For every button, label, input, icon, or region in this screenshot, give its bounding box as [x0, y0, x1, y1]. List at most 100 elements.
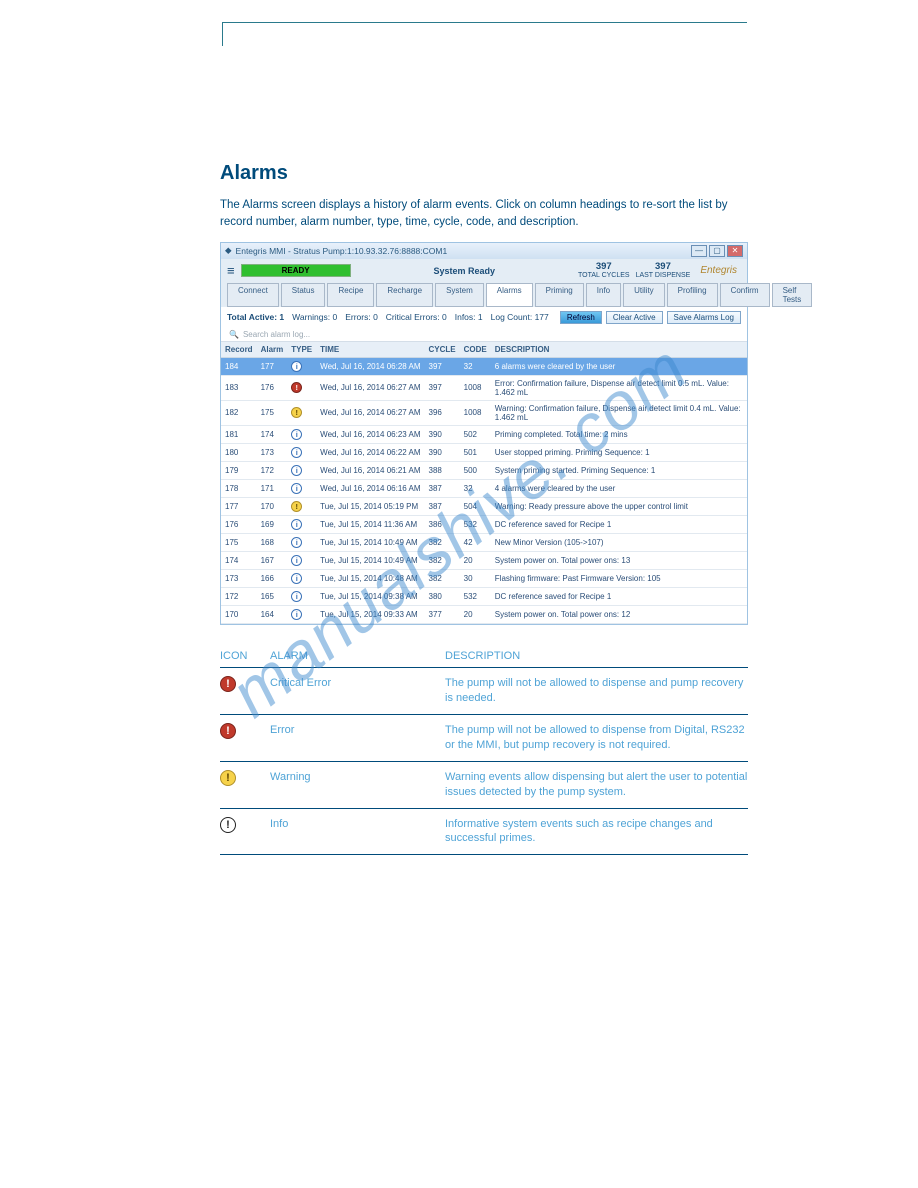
legend-alarm-name: Critical Error — [270, 676, 435, 706]
col-desc[interactable]: DESCRIPTION — [491, 342, 747, 358]
summary-bar: Total Active: 1 Warnings: 0 Errors: 0 Cr… — [221, 307, 747, 328]
col-record[interactable]: Record — [221, 342, 257, 358]
alarm-type-info-icon: i — [291, 591, 302, 602]
table-row[interactable]: 177170!Tue, Jul 15, 2014 05:19 PM387504W… — [221, 497, 747, 515]
col-time[interactable]: TIME — [316, 342, 424, 358]
alarm-type-info-icon: i — [291, 609, 302, 620]
summary-total-active: Total Active: 1 — [227, 312, 284, 322]
legend-hdr-alarm: ALARM — [270, 649, 435, 664]
legend-alarm-desc: Informative system events such as recipe… — [445, 817, 748, 847]
legend-alarm-name: Info — [270, 817, 435, 847]
alarm-type-info-icon: i — [291, 429, 302, 440]
alarm-type-info-icon: i — [291, 537, 302, 548]
stat-total-cycles: 397TOTAL CYCLES — [578, 262, 630, 280]
window-maximize-button[interactable]: ▢ — [709, 245, 725, 257]
section-title: Alarms — [220, 162, 288, 184]
system-ready-label: System Ready — [357, 266, 572, 276]
stat-last-dispense: 397LAST DISPENSE — [636, 262, 691, 280]
summary-warnings: Warnings: 0 — [292, 312, 337, 322]
legend-row: ! Warning Warning events allow dispensing … — [220, 761, 748, 808]
col-alarm[interactable]: Alarm — [257, 342, 288, 358]
summary-errors: Errors: 0 — [345, 312, 378, 322]
alarm-type-warn-icon: ! — [291, 501, 302, 512]
table-row[interactable]: 175168iTue, Jul 15, 2014 10:49 AM38242Ne… — [221, 533, 747, 551]
legend-alarm-name: Error — [270, 723, 435, 753]
alarm-type-info-icon: i — [291, 555, 302, 566]
titlebar: ◆ Entegris MMI - Stratus Pump:1:10.93.32… — [221, 243, 747, 259]
col-code[interactable]: CODE — [460, 342, 491, 358]
top-status-bar: ≡ READY System Ready 397TOTAL CYCLES 397… — [221, 259, 747, 283]
entegris-logo: Entegris — [696, 265, 741, 276]
col-type[interactable]: TYPE — [287, 342, 316, 358]
alarm-type-info-icon: i — [291, 573, 302, 584]
tab-priming[interactable]: Priming — [535, 283, 584, 307]
legend-plain-icon: ! — [220, 817, 236, 833]
summary-logcount: Log Count: 177 — [491, 312, 549, 322]
legend-err-icon: ! — [220, 723, 236, 739]
tab-status[interactable]: Status — [281, 283, 326, 307]
alarm-type-info-icon: i — [291, 361, 302, 372]
table-row[interactable]: 180173iWed, Jul 16, 2014 06:22 AM390501U… — [221, 443, 747, 461]
refresh-button[interactable]: Refresh — [560, 311, 602, 324]
save-alarms-log-button[interactable]: Save Alarms Log — [667, 311, 741, 324]
app-window: ◆ Entegris MMI - Stratus Pump:1:10.93.32… — [220, 242, 748, 625]
app-icon: ◆ — [225, 245, 232, 256]
legend-alarm-desc: The pump will not be allowed to dispense… — [445, 676, 748, 706]
alarm-type-info-icon: i — [291, 447, 302, 458]
search-placeholder: Search alarm log... — [243, 330, 310, 339]
legend-alarm-desc: Warning events allow dispensing but aler… — [445, 770, 748, 800]
alarm-type-err-icon: ! — [291, 382, 302, 393]
legend-hdr-icon: ICON — [220, 649, 260, 664]
intro-paragraph: The Alarms screen displays a history of … — [220, 197, 748, 232]
search-bar[interactable]: 🔍 Search alarm log... — [221, 328, 747, 342]
window-close-button[interactable]: ✕ — [727, 245, 743, 257]
table-row[interactable]: 172165iTue, Jul 15, 2014 09:38 AM380532D… — [221, 587, 747, 605]
table-row[interactable]: 178171iWed, Jul 16, 2014 06:16 AM387324 … — [221, 479, 747, 497]
table-row[interactable]: 173166iTue, Jul 15, 2014 10:48 AM38230Fl… — [221, 569, 747, 587]
window-minimize-button[interactable]: — — [691, 245, 707, 257]
col-cycle[interactable]: CYCLE — [425, 342, 460, 358]
alarm-type-warn-icon: ! — [291, 407, 302, 418]
alarm-type-info-icon: i — [291, 465, 302, 476]
menu-icon[interactable]: ≡ — [227, 263, 235, 278]
table-row[interactable]: 170164iTue, Jul 15, 2014 09:33 AM37720Sy… — [221, 605, 747, 623]
window-title: Entegris MMI - Stratus Pump:1:10.93.32.7… — [236, 246, 448, 256]
tab-connect[interactable]: Connect — [227, 283, 279, 307]
page-corner-rule — [222, 22, 747, 46]
legend-row: ! Critical Error The pump will not be allo… — [220, 667, 748, 714]
alarm-type-info-icon: i — [291, 483, 302, 494]
ready-badge: READY — [241, 264, 351, 277]
alarm-type-info-icon: i — [291, 519, 302, 530]
tab-alarms[interactable]: Alarms — [486, 283, 533, 307]
search-icon: 🔍 — [229, 330, 239, 339]
clear-active-button[interactable]: Clear Active — [606, 311, 663, 324]
tab-utility[interactable]: Utility — [623, 283, 665, 307]
table-row[interactable]: 174167iTue, Jul 15, 2014 10:49 AM38220Sy… — [221, 551, 747, 569]
table-row[interactable]: 183176!Wed, Jul 16, 2014 06:27 AM3971008… — [221, 375, 747, 400]
table-row[interactable]: 184177iWed, Jul 16, 2014 06:28 AM397326 … — [221, 357, 747, 375]
tab-self-tests[interactable]: Self Tests — [772, 283, 813, 307]
legend-header: ICON ALARM DESCRIPTION — [220, 645, 748, 668]
summary-infos: Infos: 1 — [455, 312, 483, 322]
legend-row: ! Info Informative system events such as r… — [220, 808, 748, 856]
legend-alarm-desc: The pump will not be allowed to dispense… — [445, 723, 748, 753]
legend-alarm-name: Warning — [270, 770, 435, 800]
tab-profiling[interactable]: Profiling — [667, 283, 718, 307]
table-row[interactable]: 182175!Wed, Jul 16, 2014 06:27 AM3961008… — [221, 400, 747, 425]
tab-info[interactable]: Info — [586, 283, 621, 307]
alarms-table: Record Alarm TYPE TIME CYCLE CODE DESCRI… — [221, 342, 747, 624]
tab-recipe[interactable]: Recipe — [327, 283, 374, 307]
legend-hdr-desc: DESCRIPTION — [445, 649, 748, 664]
legend-warn-icon: ! — [220, 770, 236, 786]
tab-recharge[interactable]: Recharge — [376, 283, 433, 307]
legend-table: ICON ALARM DESCRIPTION ! Critical Error Th… — [220, 645, 748, 856]
tab-confirm[interactable]: Confirm — [720, 283, 770, 307]
legend-row: ! Error The pump will not be allowed to di… — [220, 714, 748, 761]
tab-system[interactable]: System — [435, 283, 484, 307]
tab-strip: ConnectStatusRecipeRechargeSystemAlarmsP… — [221, 283, 747, 307]
table-row[interactable]: 176169iTue, Jul 15, 2014 11:36 AM386532D… — [221, 515, 747, 533]
table-row[interactable]: 179172iWed, Jul 16, 2014 06:21 AM388500S… — [221, 461, 747, 479]
legend-err-icon: ! — [220, 676, 236, 692]
table-row[interactable]: 181174iWed, Jul 16, 2014 06:23 AM390502P… — [221, 425, 747, 443]
summary-critical: Critical Errors: 0 — [386, 312, 447, 322]
